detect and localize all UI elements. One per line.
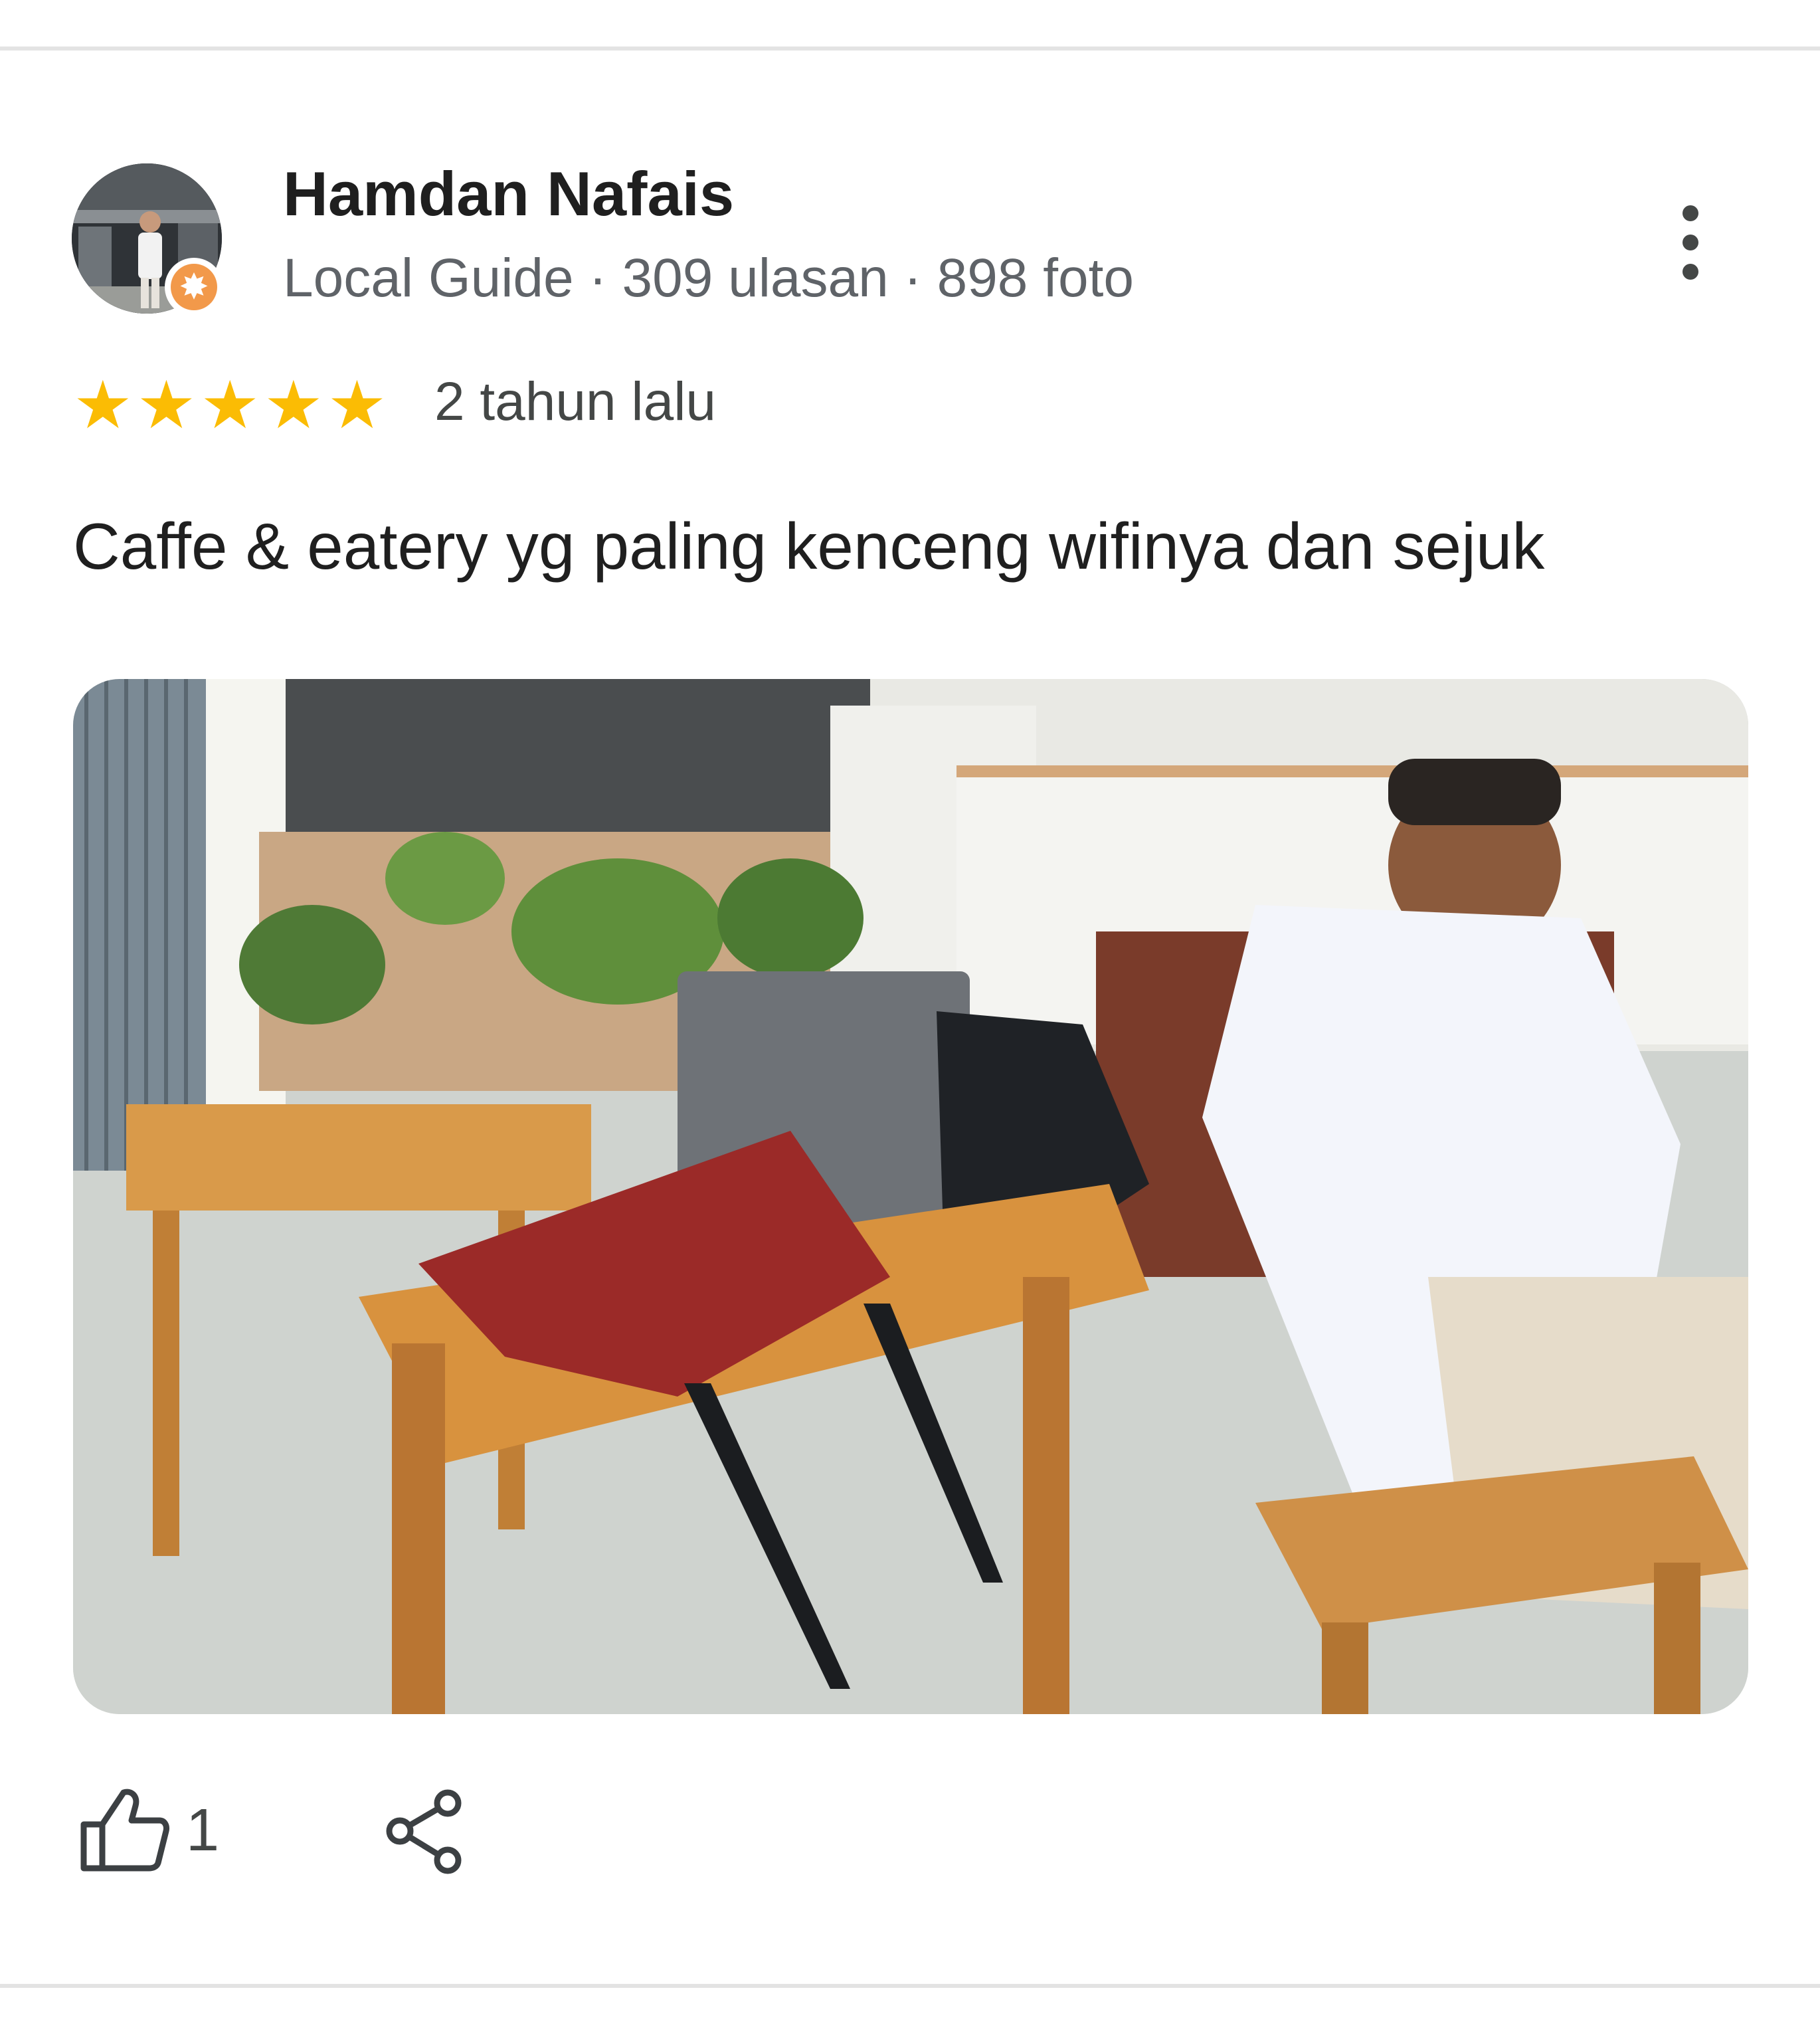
- star-rating: ★ ★ ★ ★ ★: [73, 372, 387, 438]
- thumbs-up-icon: [80, 1789, 169, 1872]
- review-text: Caffe & eatery yg paling kenceng wifinya…: [73, 510, 1545, 583]
- top-divider: [0, 47, 1820, 50]
- share-icon: [386, 1789, 462, 1874]
- more-options-button[interactable]: [1661, 193, 1720, 292]
- like-button[interactable]: [77, 1783, 170, 1876]
- review-age: 2 tahun lalu: [434, 371, 717, 432]
- review-photo[interactable]: [73, 679, 1748, 1714]
- star-icon: ★: [263, 368, 323, 442]
- more-vertical-icon-dot: [1683, 235, 1698, 250]
- bottom-divider: [0, 1984, 1820, 1988]
- like-count: 1: [186, 1797, 220, 1864]
- reviewer-meta: Local Guide · 309 ulasan · 898 foto: [283, 248, 1134, 308]
- star-icon: ★: [136, 368, 197, 442]
- share-button[interactable]: [384, 1787, 466, 1876]
- star-icon: ★: [200, 368, 260, 442]
- star-icon: ★: [327, 368, 387, 442]
- more-vertical-icon: [1683, 205, 1698, 221]
- more-vertical-icon-dot: [1683, 264, 1698, 280]
- star-icon: ★: [73, 368, 133, 442]
- local-guide-badge-icon: ✸: [165, 258, 223, 316]
- review-photo-image: [73, 679, 1748, 1714]
- reviewer-name[interactable]: Hamdan Nafais: [283, 158, 734, 230]
